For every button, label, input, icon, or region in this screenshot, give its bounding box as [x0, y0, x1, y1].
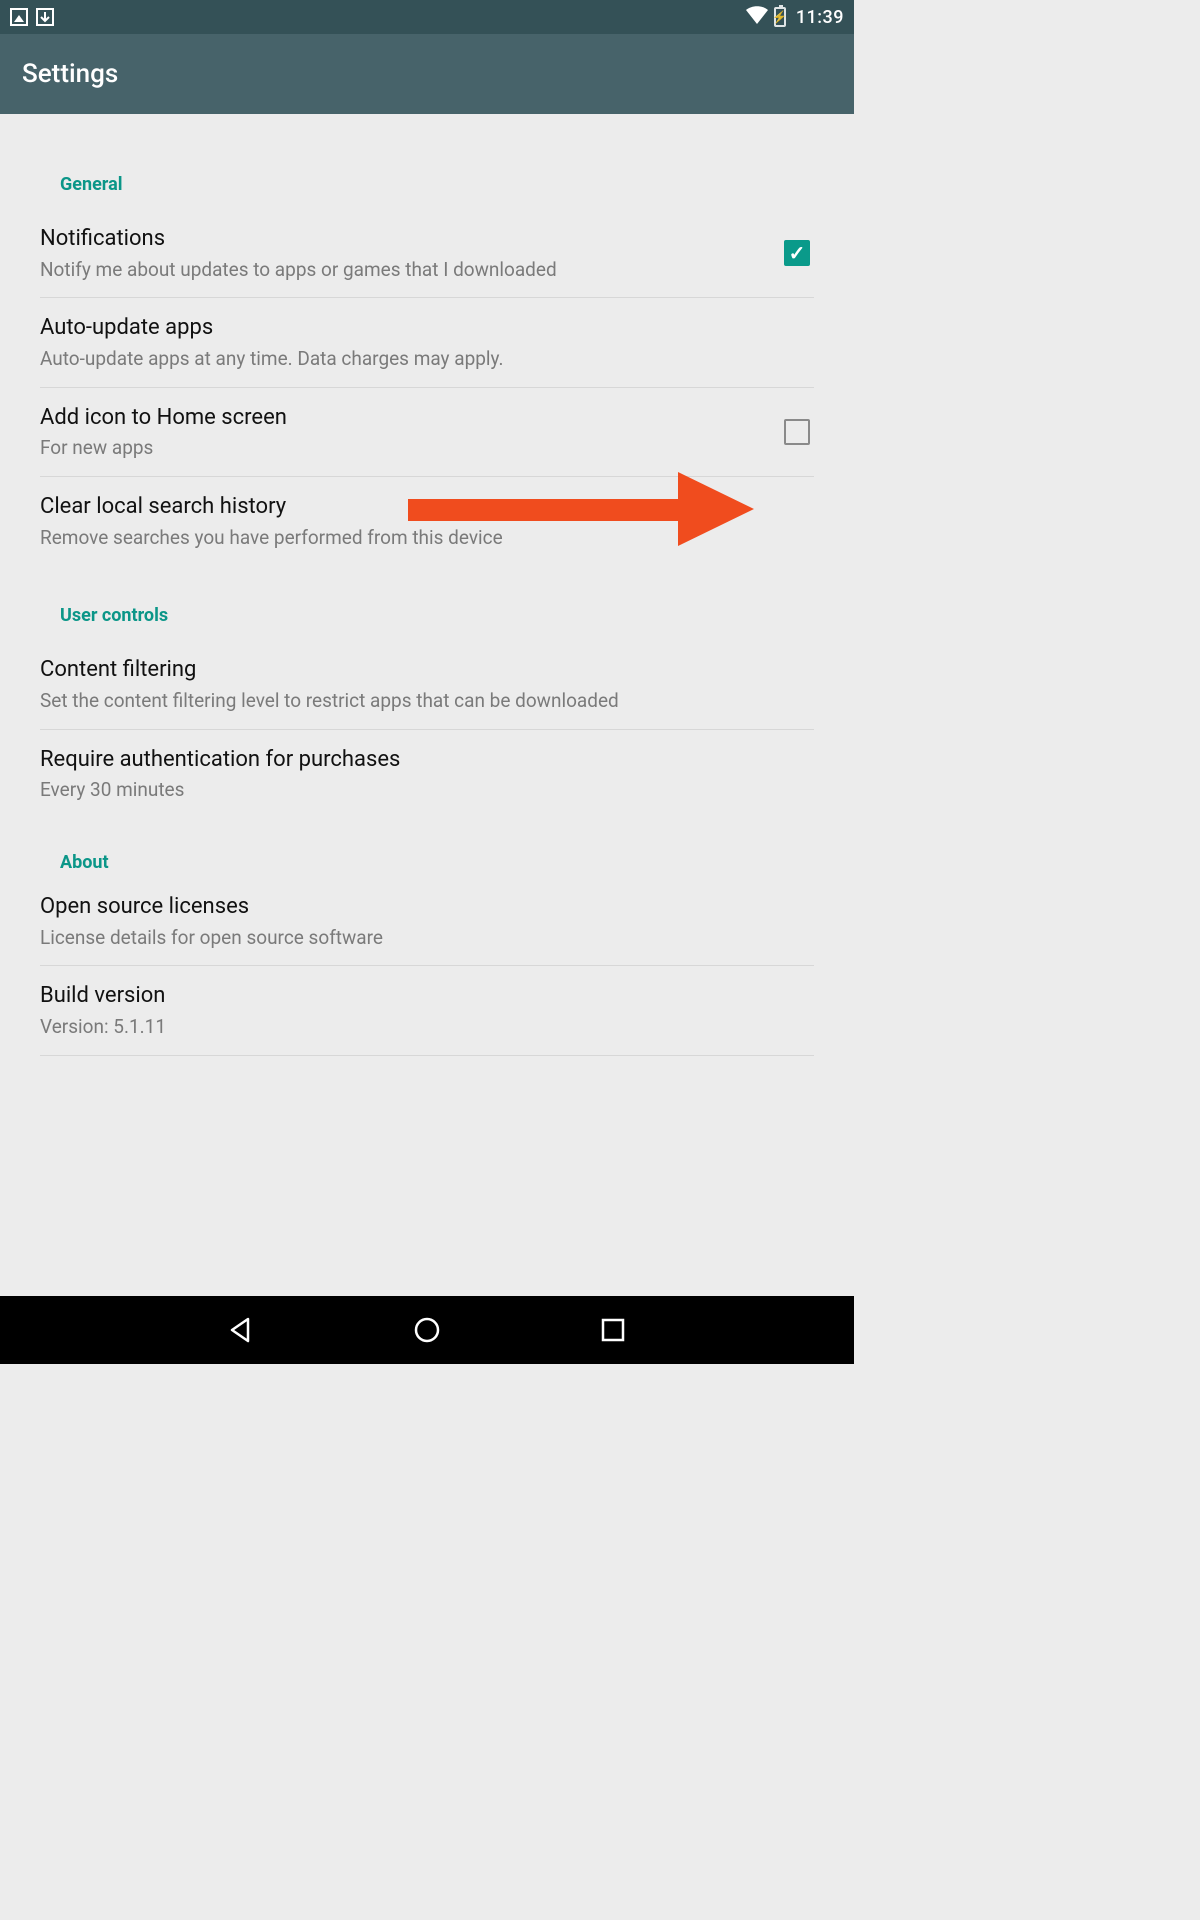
settings-content: General Notifications Notify me about up… — [0, 114, 854, 1296]
row-sub: For new apps — [40, 436, 768, 460]
row-sub: License details for open source software — [40, 926, 798, 950]
section-header-about: About — [40, 838, 814, 887]
row-title: Clear local search history — [40, 493, 798, 522]
row-add-icon-home[interactable]: Add icon to Home screen For new apps — [40, 388, 814, 476]
row-title: Build version — [40, 982, 798, 1011]
row-title: Notifications — [40, 225, 768, 254]
battery-charging-icon: ⚡ — [774, 7, 786, 27]
row-sub: Notify me about updates to apps or games… — [40, 258, 768, 282]
checkmark-icon: ✓ — [789, 243, 806, 263]
row-notifications[interactable]: Notifications Notify me about updates to… — [40, 209, 814, 297]
app-bar: Settings — [0, 34, 854, 114]
row-auto-update[interactable]: Auto-update apps Auto-update apps at any… — [40, 298, 814, 386]
row-sub: Set the content filtering level to restr… — [40, 689, 798, 713]
row-title: Open source licenses — [40, 893, 798, 922]
row-title: Require authentication for purchases — [40, 746, 798, 775]
notifications-checkbox[interactable]: ✓ — [784, 240, 810, 266]
home-circle-icon — [413, 1316, 441, 1344]
status-time: 11:39 — [796, 7, 844, 28]
page-title: Settings — [22, 59, 118, 89]
divider — [40, 1055, 814, 1056]
add-icon-checkbox[interactable] — [784, 419, 810, 445]
navigation-bar — [0, 1296, 854, 1364]
row-title: Auto-update apps — [40, 314, 798, 343]
row-open-source[interactable]: Open source licenses License details for… — [40, 887, 814, 965]
row-content-filtering[interactable]: Content filtering Set the content filter… — [40, 640, 814, 728]
nav-back-button[interactable] — [223, 1312, 259, 1348]
image-notification-icon — [10, 8, 28, 26]
back-triangle-icon — [228, 1317, 254, 1343]
row-sub: Auto-update apps at any time. Data charg… — [40, 347, 798, 371]
row-sub: Remove searches you have performed from … — [40, 526, 798, 550]
row-sub: Every 30 minutes — [40, 778, 798, 802]
row-title: Add icon to Home screen — [40, 404, 768, 433]
nav-home-button[interactable] — [409, 1312, 445, 1348]
row-title: Content filtering — [40, 656, 798, 685]
row-clear-history[interactable]: Clear local search history Remove search… — [40, 477, 814, 565]
row-sub: Version: 5.1.11 — [40, 1015, 798, 1039]
recents-square-icon — [601, 1318, 625, 1342]
section-header-general: General — [40, 160, 814, 209]
nav-recents-button[interactable] — [595, 1312, 631, 1348]
row-require-auth[interactable]: Require authentication for purchases Eve… — [40, 730, 814, 818]
status-bar: ⚡ 11:39 — [0, 0, 854, 34]
wifi-icon — [746, 6, 768, 29]
row-build-version[interactable]: Build version Version: 5.1.11 — [40, 966, 814, 1054]
download-notification-icon — [36, 8, 54, 26]
section-header-user-controls: User controls — [40, 591, 814, 640]
